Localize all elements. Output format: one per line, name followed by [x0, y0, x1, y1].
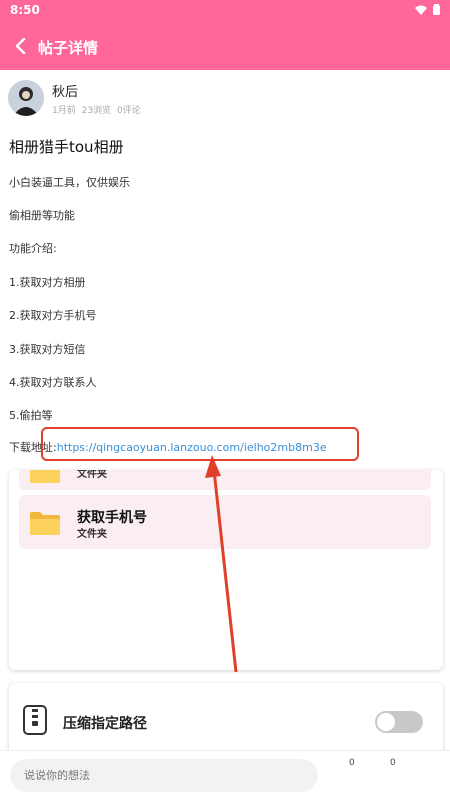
post-time: 1月前 — [52, 105, 76, 116]
compress-card: 压缩指定路径 — [9, 683, 443, 750]
zip-icon — [23, 705, 47, 735]
post-line: 偷相册等功能 — [9, 209, 75, 222]
back-button[interactable] — [10, 34, 32, 58]
wifi-icon — [415, 5, 427, 15]
view-count: 23浏览 — [81, 105, 112, 116]
annotation-box — [41, 427, 359, 461]
app-bar: 帖子详情 — [0, 22, 450, 70]
compress-toggle[interactable] — [375, 711, 423, 733]
back-arrow-icon — [15, 38, 26, 54]
folder-card: 文件夹 获取手机号 文件夹 — [9, 470, 443, 670]
comment-count: 0评论 — [116, 105, 141, 116]
folder-name: 获取手机号 — [77, 510, 147, 526]
post-title: 相册猎手tou相册 — [9, 138, 124, 156]
folder-item[interactable]: 文件夹 — [19, 470, 431, 490]
author-header[interactable]: 秋后 1月前 23浏览 0评论 — [8, 80, 144, 116]
folder-type: 文件夹 — [77, 470, 107, 480]
like-count[interactable]: 0 — [349, 758, 355, 768]
post-line: 1.获取对方相册 — [9, 276, 86, 289]
toggle-knob — [377, 713, 395, 731]
battery-icon — [433, 4, 440, 15]
folder-icon — [30, 512, 60, 535]
post-line: 功能介绍: — [9, 242, 57, 255]
favorite-count[interactable]: 0 — [390, 758, 396, 768]
author-info: 秋后 1月前 23浏览 0评论 — [52, 81, 144, 116]
post-line: 2.获取对方手机号 — [9, 309, 97, 322]
status-bar: 8:50 — [0, 0, 450, 22]
post-line: 5.偷拍等 — [9, 409, 53, 422]
status-icons — [415, 4, 440, 15]
folder-type: 文件夹 — [77, 529, 107, 540]
page-title: 帖子详情 — [38, 39, 99, 57]
post-meta: 1月前 23浏览 0评论 — [52, 103, 144, 116]
post-line: 小白装逼工具，仅供娱乐 — [9, 176, 130, 189]
folder-item[interactable]: 获取手机号 文件夹 — [19, 495, 431, 549]
post-content[interactable]: 秋后 1月前 23浏览 0评论 相册猎手tou相册 小白装逼工具，仅供娱乐 偷相… — [0, 70, 450, 750]
status-time: 8:50 — [10, 3, 40, 17]
comment-input[interactable] — [10, 759, 318, 792]
folder-icon — [30, 470, 60, 483]
post-line: 3.获取对方短信 — [9, 343, 86, 356]
comment-bar: 0 0 — [0, 750, 450, 800]
post-line: 4.获取对方联系人 — [9, 376, 97, 389]
avatar[interactable] — [8, 80, 44, 116]
author-name[interactable]: 秋后 — [52, 81, 144, 100]
compress-label: 压缩指定路径 — [63, 716, 147, 732]
